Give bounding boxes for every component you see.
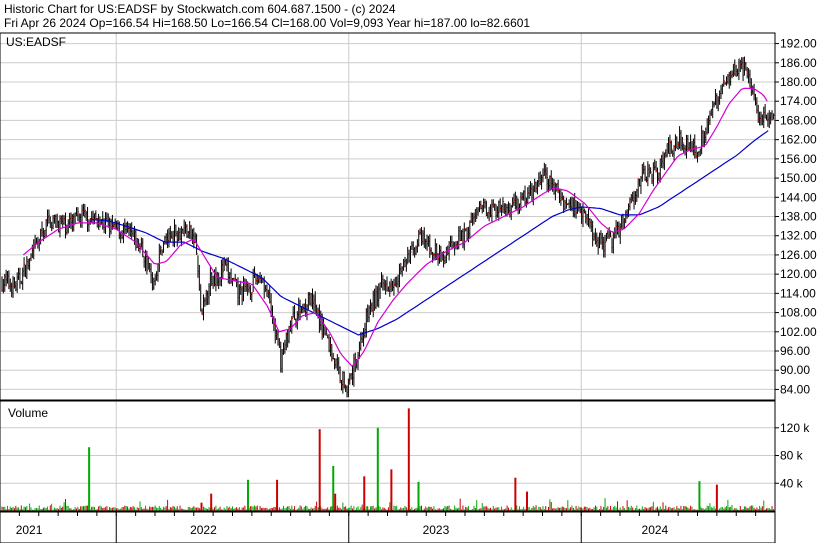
- year-label: 2024: [642, 523, 669, 537]
- year-label: 2021: [16, 523, 43, 537]
- price-tick-label: 102.00: [780, 325, 817, 339]
- volume-spike: [334, 493, 337, 511]
- year-label: 2022: [190, 523, 217, 537]
- volume-label: Volume: [8, 406, 48, 420]
- price-tick-label: 108.00: [780, 306, 817, 320]
- volume-spike: [407, 408, 410, 511]
- volume-spike: [526, 491, 528, 511]
- volume-spike: [363, 476, 366, 511]
- volume-tick-label: 120 k: [780, 421, 810, 435]
- chart-summary-line: Fri Apr 26 2024 Op=166.54 Hi=168.50 Lo=1…: [4, 16, 530, 30]
- price-tick-label: 144.00: [780, 190, 817, 204]
- volume-spike: [514, 477, 517, 511]
- chart-title: Historic Chart for US:EADSF by Stockwatc…: [4, 2, 396, 16]
- stock-chart: Historic Chart for US:EADSF by Stockwatc…: [0, 0, 830, 543]
- price-tick-label: 174.00: [780, 94, 817, 108]
- price-tick-label: 138.00: [780, 210, 817, 224]
- price-tick-label: 186.00: [780, 56, 817, 70]
- price-tick-label: 132.00: [780, 229, 817, 243]
- price-tick-label: 84.00: [780, 382, 810, 396]
- volume-spike: [332, 465, 335, 511]
- volume-tick-label: 40 k: [780, 476, 804, 490]
- price-tick-label: 180.00: [780, 75, 817, 89]
- price-tick-label: 90.00: [780, 363, 810, 377]
- volume-spike: [247, 479, 249, 511]
- price-tick-label: 162.00: [780, 133, 817, 147]
- volume-spike: [88, 447, 91, 511]
- chart-background: [0, 0, 830, 543]
- price-tick-label: 156.00: [780, 152, 817, 166]
- volume-spike: [376, 427, 379, 511]
- volume-spike: [210, 493, 213, 511]
- price-tick-label: 126.00: [780, 248, 817, 262]
- volume-spike: [200, 502, 203, 511]
- volume-spike: [715, 484, 718, 511]
- price-tick-label: 120.00: [780, 267, 817, 281]
- price-tick-label: 114.00: [780, 286, 816, 300]
- time-axis: 2021 2022 2023 2024: [0, 511, 776, 543]
- volume-spike: [417, 481, 420, 511]
- volume-spike: [276, 479, 279, 511]
- volume-tick-label: 80 k: [780, 449, 804, 463]
- price-tick-label: 96.00: [780, 344, 810, 358]
- volume-spike: [698, 481, 701, 511]
- year-label: 2023: [423, 523, 450, 537]
- volume-spike: [390, 469, 393, 511]
- symbol-label: US:EADSF: [6, 35, 66, 49]
- volume-spike: [318, 429, 321, 511]
- price-tick-label: 192.00: [780, 37, 817, 51]
- price-tick-label: 168.00: [780, 113, 817, 127]
- price-tick-label: 150.00: [780, 171, 817, 185]
